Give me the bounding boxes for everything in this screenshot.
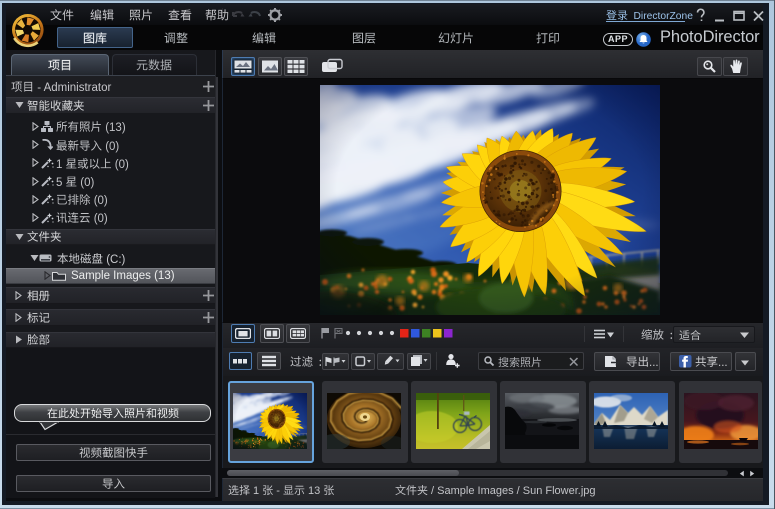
svg-text:(C:): (C:) <box>103 254 126 266</box>
svg-text:...: ... <box>718 357 728 369</box>
svg-text:1: 1 <box>250 485 262 497</box>
svg-text:(0): (0) <box>77 177 94 189</box>
svg-text:(0): (0) <box>91 195 108 207</box>
svg-text:13: 13 <box>305 485 323 497</box>
svg-text:(13): (13) <box>102 122 126 134</box>
svg-text:DirectorZone: DirectorZone <box>634 11 694 22</box>
svg-text:- Administrator: - Administrator <box>34 82 111 94</box>
svg-text:5: 5 <box>56 177 66 189</box>
svg-text:...: ... <box>649 357 659 369</box>
svg-text:(0): (0) <box>91 213 108 225</box>
svg-text:1: 1 <box>56 158 66 170</box>
svg-text:-: - <box>273 485 283 497</box>
svg-text:(0): (0) <box>112 158 129 170</box>
svg-text:(0): (0) <box>102 140 119 152</box>
svg-text:/ Sample Images / Sun Flower.j: / Sample Images / Sun Flower.jpg <box>428 485 596 497</box>
